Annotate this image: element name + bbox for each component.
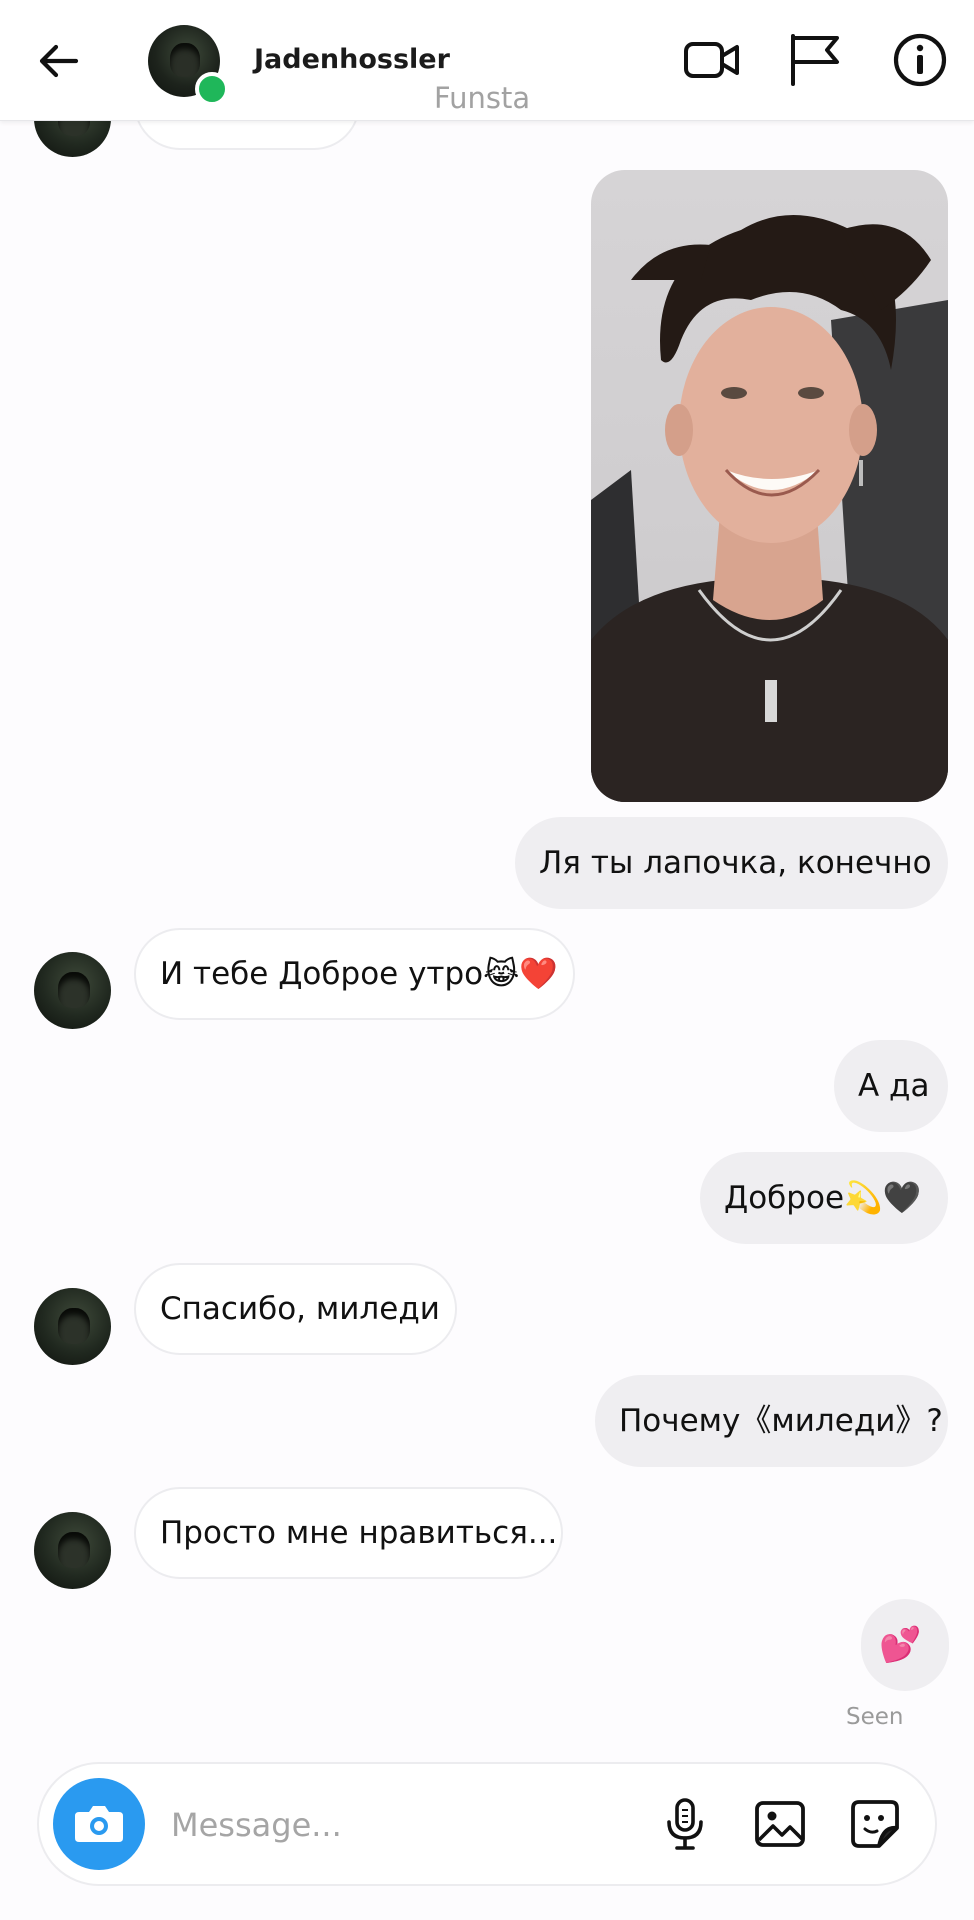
camera-icon [75,1806,123,1842]
outgoing-message[interactable]: Ля ты лапочка, конечно [515,817,948,909]
flag-icon[interactable] [785,30,845,90]
microphone-icon[interactable] [657,1796,713,1852]
chat-thread: Ля ты лапочка, конечно И тебе Доброе утр… [0,0,974,1760]
seen-status: Seen [846,1704,904,1730]
sender-avatar[interactable] [34,952,111,1029]
outgoing-emoji-message[interactable]: 💕 [861,1599,949,1691]
sender-avatar[interactable] [34,1512,111,1589]
video-camera-icon[interactable] [682,30,742,90]
photo-image [591,215,948,802]
incoming-message[interactable]: Просто мне нравиться... [134,1487,563,1579]
photo-message[interactable] [591,170,948,802]
camera-button[interactable] [53,1778,145,1870]
message-input[interactable] [169,1796,673,1854]
outgoing-message[interactable]: Доброе💫🖤 [700,1152,948,1244]
image-gallery-icon[interactable] [752,1796,808,1852]
account-subtitle: Funsta [434,81,531,115]
back-arrow-icon[interactable] [34,37,82,85]
message-composer [37,1762,937,1886]
info-icon[interactable] [890,30,950,90]
sender-avatar[interactable] [34,1288,111,1365]
profile-avatar[interactable] [148,25,229,106]
online-indicator [195,72,229,106]
outgoing-message[interactable]: А да [834,1040,948,1132]
outgoing-message[interactable]: Почему《миледи》? [595,1375,948,1467]
username[interactable]: Jadenhossler [254,44,450,75]
incoming-message[interactable]: И тебе Доброе утро😹❤️ [134,928,575,1020]
incoming-message[interactable]: Спасибо, миледи [134,1263,457,1355]
sticker-icon[interactable] [847,1796,903,1852]
